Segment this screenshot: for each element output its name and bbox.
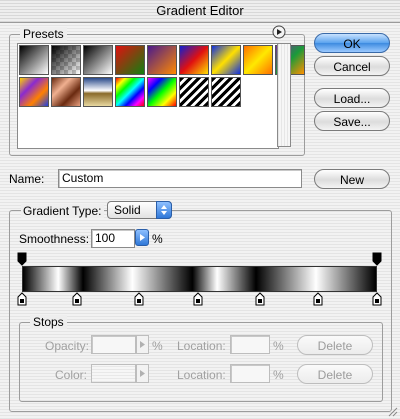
opacity-unit: % [152,339,163,353]
stops-group [19,322,383,402]
stops-label: Stops [30,315,67,329]
color-stop-icon[interactable] [372,292,382,306]
preset-swatch-red-green[interactable] [115,45,145,75]
window-title: Gradient Editor [156,3,244,18]
smoothness-label: Smoothness: [19,232,90,246]
location-field-opacity[interactable] [230,335,270,354]
smoothness-popup-button[interactable] [135,229,149,246]
smoothness-field[interactable]: 100 [91,229,135,248]
presets-label: Presets [20,27,67,41]
color-stop-icon[interactable] [134,292,144,306]
name-field[interactable]: Custom [58,169,302,188]
preset-swatch-foreground-to-background[interactable] [19,45,49,75]
chevron-updown-icon [161,205,167,215]
presets-scrollbar[interactable] [277,43,291,147]
load-button[interactable]: Load... [314,88,390,108]
preset-swatch-violet-orange[interactable] [147,45,177,75]
gradient-type-value: Solid [114,203,141,217]
preset-swatch-foreground-to-transparent[interactable] [51,45,81,75]
cancel-button[interactable]: Cancel [314,56,390,76]
delete-color-stop-button[interactable]: Delete [297,364,373,384]
circle-arrow-right-icon [272,25,286,39]
preset-swatch-transparent-stripes[interactable] [179,77,209,107]
select-arrows-icon [156,201,172,219]
location-label-opacity: Location: [177,339,226,353]
save-button[interactable]: Save... [314,111,390,131]
preset-swatch-orange-yellow-orange[interactable] [243,45,273,75]
location-unit-opacity: % [273,339,284,353]
preset-swatch-spectrum[interactable] [115,77,145,107]
resize-grip-icon[interactable] [386,405,398,417]
preset-swatch-chrome[interactable] [83,77,113,107]
delete-opacity-stop-button[interactable]: Delete [297,335,373,355]
location-label-color: Location: [177,368,226,382]
gradient-type-label: Gradient Type: [21,204,104,218]
opacity-stop-icon[interactable] [17,252,27,266]
triangle-right-icon [140,234,145,241]
triangle-right-icon [140,341,145,348]
gradient-bar[interactable] [22,266,377,292]
color-stop-icon[interactable] [255,292,265,306]
color-popup-button[interactable] [136,364,149,383]
preset-swatch-blue-yellow-blue[interactable] [211,45,241,75]
triangle-right-icon [140,370,145,377]
preset-swatch-black-white[interactable] [83,45,113,75]
new-button[interactable]: New [314,169,390,189]
opacity-field[interactable] [91,335,136,354]
opacity-label: Opacity: [45,339,90,353]
color-stop-icon[interactable] [313,292,323,306]
preset-swatch-copper[interactable] [51,77,81,107]
color-swatch[interactable] [91,364,136,383]
preset-swatch-black-white-stripes[interactable] [211,77,241,107]
preset-swatch-yellow-violet-orange-blue[interactable] [19,77,49,107]
smoothness-unit: % [152,232,163,246]
color-stop-icon[interactable] [17,292,27,306]
preset-swatch-transparent-rainbow[interactable] [147,77,177,107]
color-stop-icon[interactable] [72,292,82,306]
color-label: Color: [55,368,88,382]
opacity-stop-icon[interactable] [372,252,382,266]
color-stop-icon[interactable] [193,292,203,306]
presets-menu-button[interactable] [272,25,286,39]
location-field-color[interactable] [230,364,270,383]
location-unit-color: % [273,368,284,382]
gradient-type-select[interactable]: Solid [107,201,172,219]
ok-button[interactable]: OK [314,33,390,53]
name-label: Name: [9,172,45,186]
opacity-popup-button[interactable] [136,335,149,354]
preset-swatch-blue-red-yellow[interactable] [179,45,209,75]
window-titlebar: Gradient Editor [0,0,400,23]
